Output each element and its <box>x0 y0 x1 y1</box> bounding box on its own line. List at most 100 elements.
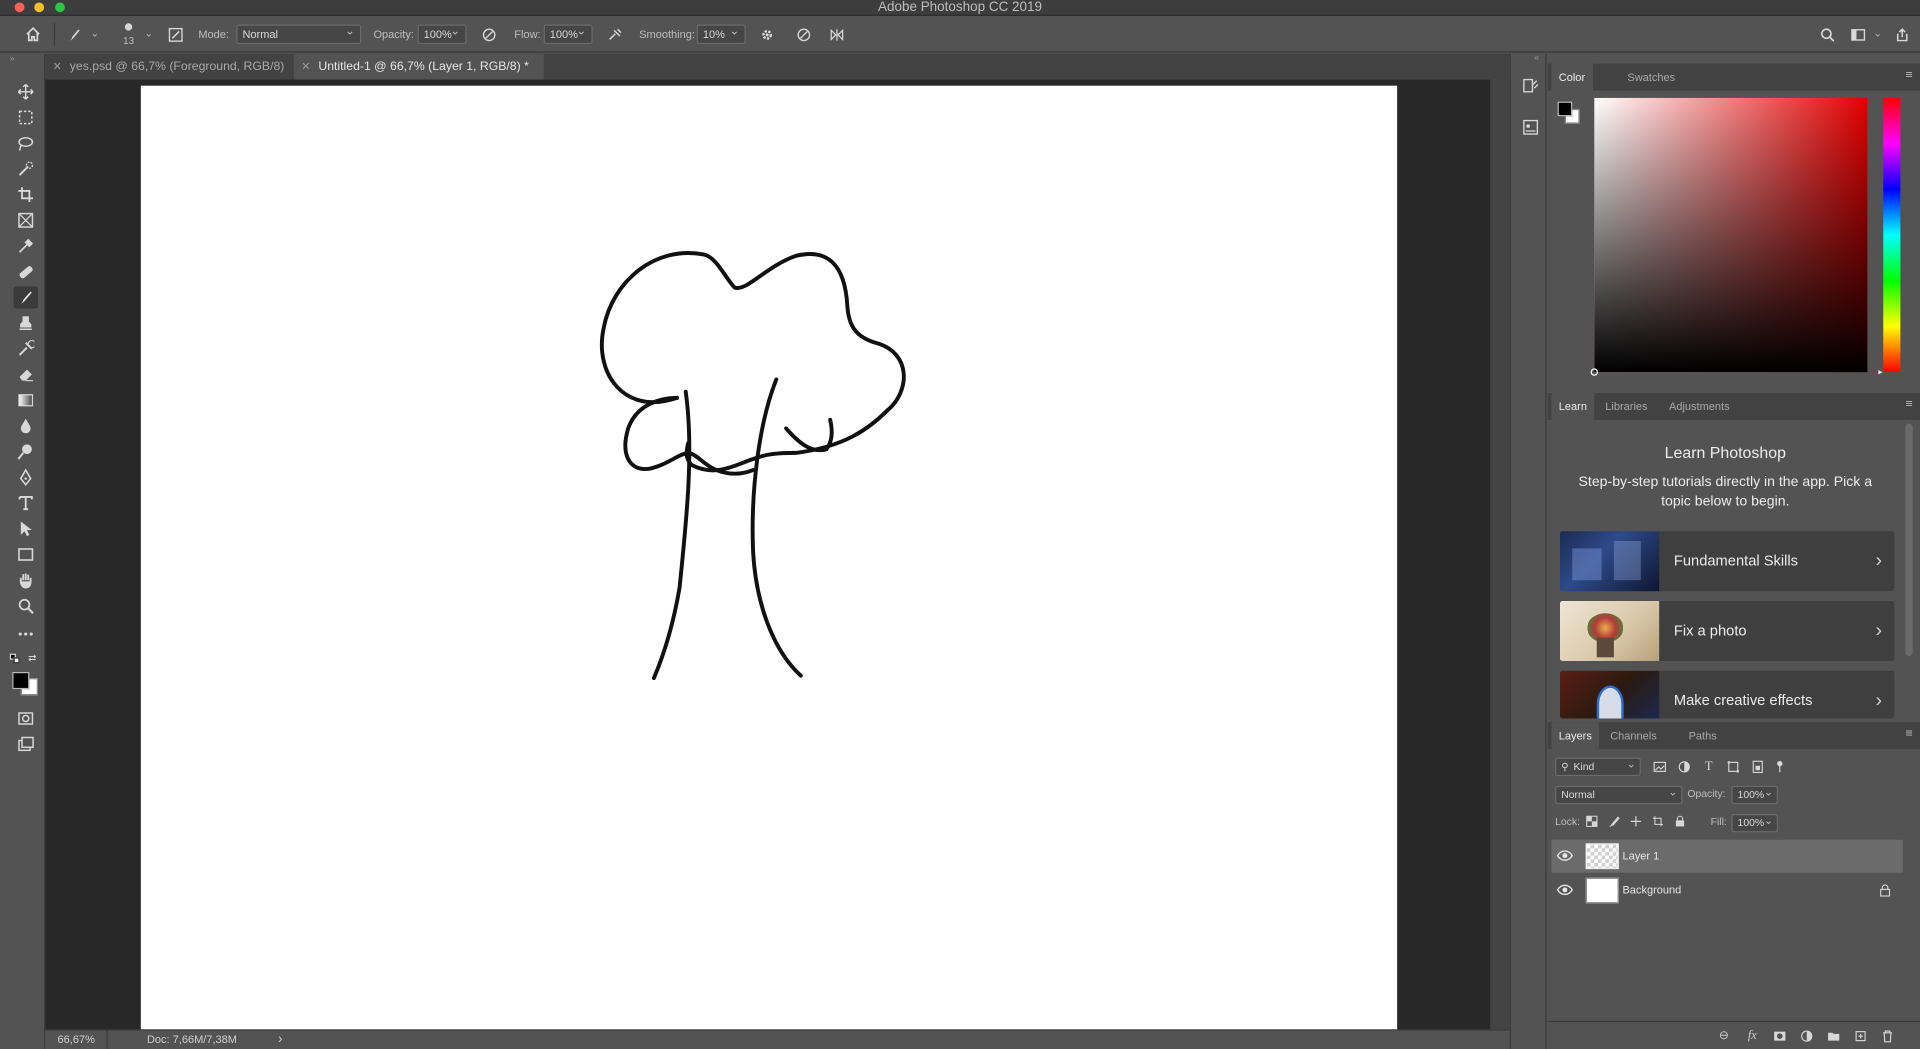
lock-all-icon[interactable] <box>1673 814 1688 829</box>
vertical-scrollbar[interactable] <box>1490 79 1510 1030</box>
panel-menu-icon[interactable]: ≡ <box>1905 69 1912 82</box>
layer-name[interactable]: Background <box>1622 874 1681 907</box>
color-spectrum-field[interactable] <box>1590 97 1868 376</box>
pressure-size-icon[interactable] <box>792 23 814 45</box>
marquee-tool-icon[interactable] <box>13 106 37 128</box>
canvas-area[interactable] <box>45 79 1491 1030</box>
workspace-icon[interactable] <box>1847 23 1869 45</box>
quick-mask-icon[interactable] <box>13 707 37 729</box>
home-icon[interactable] <box>22 23 44 45</box>
tab-libraries[interactable]: Libraries <box>1598 393 1655 420</box>
stamp-tool-icon[interactable] <box>13 312 37 334</box>
history-brush-tool-icon[interactable] <box>13 338 37 360</box>
panel-menu-icon[interactable]: ≡ <box>1905 398 1912 411</box>
hue-slider[interactable]: ▸ <box>1878 97 1901 377</box>
lock-position-icon[interactable] <box>1629 814 1644 829</box>
expand-panels-icon[interactable]: « <box>1534 54 1539 63</box>
gradient-tool-icon[interactable] <box>13 389 37 411</box>
document-tab[interactable]: ✕ yes.psd @ 66,7% (Foreground, RGB/8) <box>45 54 294 80</box>
eyedropper-tool-icon[interactable] <box>13 235 37 257</box>
close-icon[interactable]: ✕ <box>53 54 62 80</box>
lock-transparent-icon[interactable] <box>1584 814 1599 829</box>
crop-tool-icon[interactable] <box>13 184 37 206</box>
brush-size-picker[interactable]: 13 <box>120 22 137 49</box>
gear-icon[interactable] <box>756 23 778 45</box>
filter-pixel-icon[interactable] <box>1652 759 1668 775</box>
zoom-tool-icon[interactable] <box>13 595 37 617</box>
foreground-color-swatch[interactable] <box>12 671 30 690</box>
new-group-icon[interactable] <box>1824 1027 1841 1044</box>
tab-layers[interactable]: Layers <box>1551 722 1600 750</box>
lasso-tool-icon[interactable] <box>13 132 37 154</box>
layer-name[interactable]: Layer 1 <box>1622 840 1659 873</box>
move-tool-icon[interactable] <box>13 81 37 103</box>
document-tab[interactable]: ✕ Untitled-1 @ 66,7% (Layer 1, RGB/8) * <box>293 53 544 80</box>
lock-icon[interactable] <box>1880 884 1891 901</box>
color-panel-foreground-swatch[interactable] <box>1557 101 1573 117</box>
link-layers-icon[interactable]: ⊖ <box>1716 1027 1733 1044</box>
tab-color[interactable]: Color <box>1551 63 1593 91</box>
new-layer-icon[interactable] <box>1851 1027 1868 1044</box>
more-tools-icon[interactable] <box>13 623 37 645</box>
properties-panel-icon[interactable] <box>1520 116 1542 138</box>
tab-swatches[interactable]: Swatches <box>1620 64 1682 91</box>
brush-preset-icon[interactable] <box>64 23 86 45</box>
filter-type-icon[interactable]: T <box>1701 759 1717 775</box>
layer-row-layer-1[interactable]: Layer 1 <box>1551 839 1903 873</box>
fx-icon[interactable]: fx <box>1744 1027 1761 1044</box>
filter-shape-icon[interactable] <box>1725 759 1741 775</box>
learn-panel-scrollbar[interactable] <box>1905 423 1913 657</box>
symmetry-icon[interactable] <box>825 23 847 45</box>
pressure-opacity-icon[interactable] <box>478 23 500 45</box>
rectangle-tool-icon[interactable] <box>13 543 37 565</box>
learn-card-make-creative-effects[interactable]: Make creative effects › <box>1560 670 1895 719</box>
zoom-level[interactable]: 66,67% <box>58 1031 95 1049</box>
dodge-tool-icon[interactable] <box>13 441 37 463</box>
adjustment-layer-icon[interactable] <box>1798 1027 1815 1044</box>
filter-toggle-icon[interactable] <box>1774 759 1784 775</box>
close-icon[interactable]: ✕ <box>301 54 310 80</box>
blur-tool-icon[interactable] <box>13 415 37 437</box>
brush-settings-icon[interactable] <box>164 23 186 45</box>
swap-colors-icon[interactable]: ⇄ <box>28 652 36 663</box>
tab-learn[interactable]: Learn <box>1551 392 1595 420</box>
tab-paths[interactable]: Paths <box>1681 722 1724 749</box>
eraser-tool-icon[interactable] <box>13 364 37 386</box>
smoothing-input[interactable]: 10% <box>696 23 746 45</box>
lock-pixels-icon[interactable] <box>1607 814 1622 829</box>
hand-tool-icon[interactable] <box>13 569 37 591</box>
color-picker-handle[interactable] <box>1590 368 1598 376</box>
lock-artboard-icon[interactable] <box>1651 814 1666 829</box>
layer-filter-kind-select[interactable]: ⚲ Kind <box>1555 756 1641 777</box>
add-mask-icon[interactable] <box>1771 1027 1788 1044</box>
document-canvas[interactable] <box>140 85 1398 1030</box>
history-panel-icon[interactable] <box>1520 75 1542 97</box>
chevron-down-icon[interactable]: ⌄ <box>144 24 152 44</box>
chevron-down-icon[interactable]: ⌄ <box>1873 24 1881 44</box>
fill-input[interactable]: 100% <box>1731 813 1778 833</box>
trash-icon[interactable] <box>1878 1027 1895 1044</box>
search-icon[interactable] <box>1816 23 1838 45</box>
brush-tool-icon[interactable] <box>13 286 38 309</box>
filter-adjustment-icon[interactable] <box>1676 759 1692 775</box>
default-colors-icon[interactable] <box>9 653 20 664</box>
filter-smart-object-icon[interactable] <box>1750 759 1766 775</box>
layer-row-background[interactable]: Background <box>1551 874 1902 907</box>
eye-icon[interactable] <box>1556 848 1574 863</box>
hue-slider-handle[interactable]: ▸ <box>1878 367 1882 377</box>
frame-tool-icon[interactable] <box>13 209 37 231</box>
type-tool-icon[interactable] <box>13 492 37 514</box>
blend-mode-select[interactable]: Normal <box>1555 785 1683 805</box>
layer-opacity-input[interactable]: 100% <box>1731 785 1778 805</box>
quick-select-tool-icon[interactable] <box>13 158 37 180</box>
path-select-tool-icon[interactable] <box>13 518 37 540</box>
fg-bg-swatches[interactable] <box>1557 101 1580 124</box>
tab-adjustments[interactable]: Adjustments <box>1662 393 1737 420</box>
chevron-down-icon[interactable]: ⌄ <box>91 24 99 44</box>
learn-card-fundamental-skills[interactable]: Fundamental Skills › <box>1560 531 1895 592</box>
learn-card-fix-a-photo[interactable]: Fix a photo › <box>1560 601 1895 661</box>
screen-mode-icon[interactable] <box>13 733 37 755</box>
eye-icon[interactable] <box>1556 883 1574 898</box>
tab-channels[interactable]: Channels <box>1603 722 1664 749</box>
opacity-input[interactable]: 100% <box>417 23 467 45</box>
